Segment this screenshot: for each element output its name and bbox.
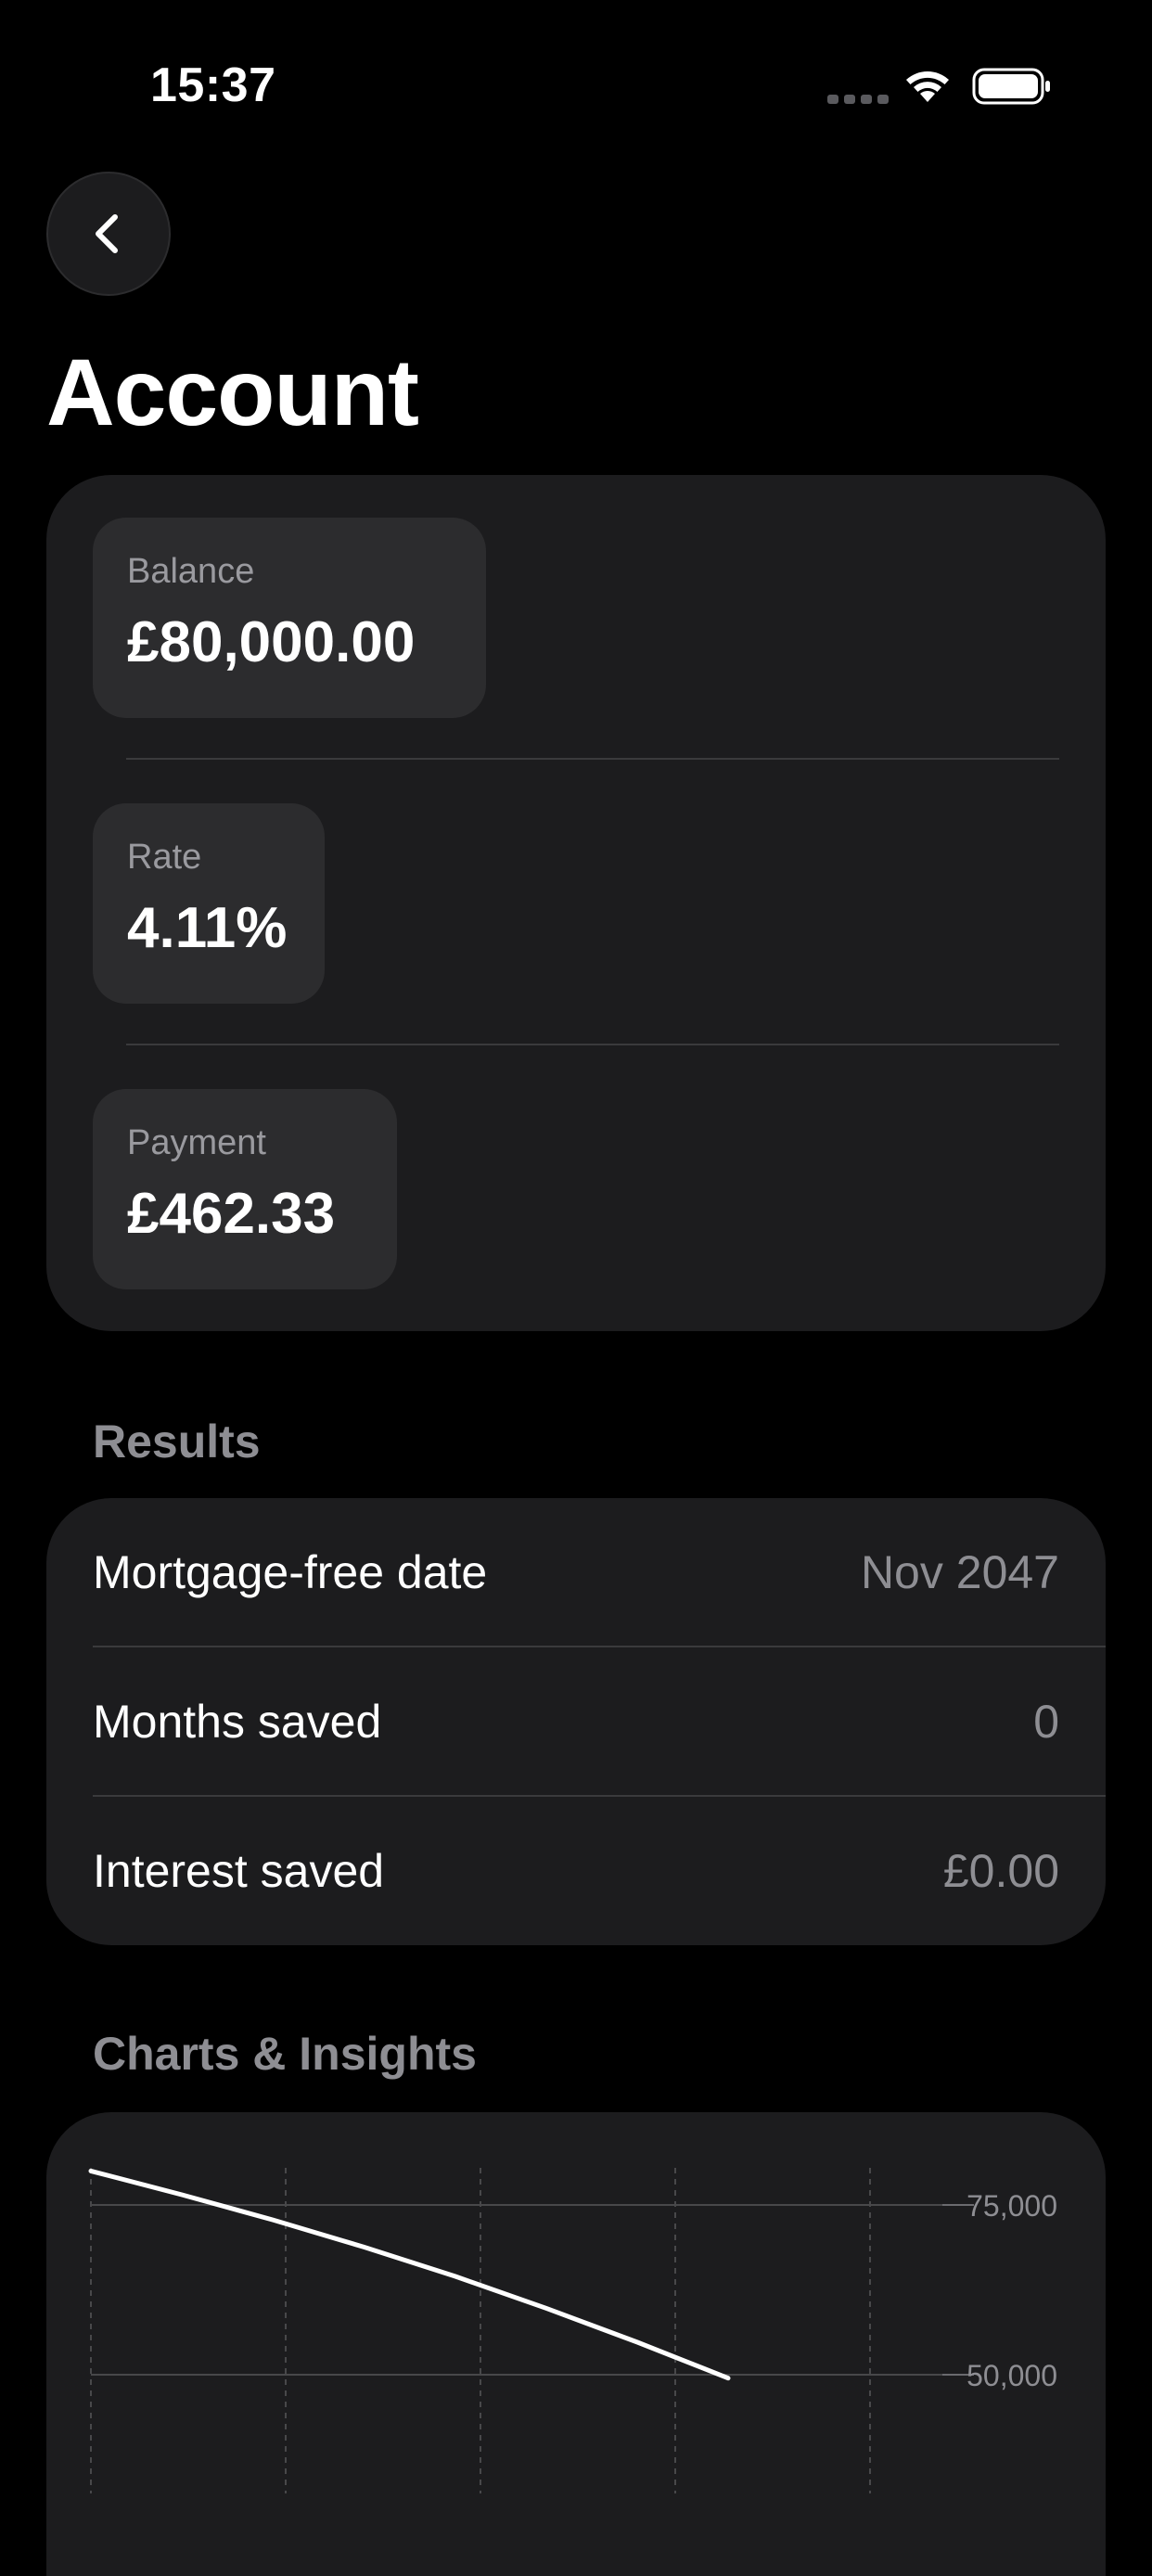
balance-chart: 75,000 50,000 <box>88 2168 1057 2493</box>
result-label: Mortgage-free date <box>93 1546 488 1598</box>
balance-line <box>88 2168 731 2381</box>
chevron-left-icon <box>96 214 118 253</box>
divider <box>126 758 1059 760</box>
balance-label: Balance <box>127 552 255 591</box>
signal-icon <box>827 95 889 104</box>
result-value: Nov 2047 <box>860 1546 1059 1598</box>
y-tick-label: 75,000 <box>966 2189 1057 2223</box>
rate-label: Rate <box>127 838 202 877</box>
status-bar: 15:37 <box>0 0 1152 167</box>
result-value: £0.00 <box>942 1845 1059 1897</box>
results-card: Mortgage-free date Nov 2047 Months saved… <box>46 1498 1106 1945</box>
result-row-mortgage-free-date: Mortgage-free date Nov 2047 <box>93 1498 1059 1647</box>
result-row-interest-saved: Interest saved £0.00 <box>93 1797 1059 1945</box>
result-value: 0 <box>1033 1696 1059 1748</box>
balance-chart-card: 75,000 50,000 <box>46 2112 1106 2576</box>
back-button[interactable] <box>46 172 171 296</box>
divider <box>126 1044 1059 1045</box>
charts-header: Charts & Insights <box>93 2028 477 2080</box>
balance-value: £80,000.00 <box>127 610 416 674</box>
y-tick-label: 50,000 <box>966 2359 1057 2392</box>
rate-value: 4.11% <box>127 896 288 960</box>
page-title: Account <box>46 340 419 445</box>
balance-field[interactable]: Balance £80,000.00 <box>93 518 486 718</box>
payment-value: £462.33 <box>127 1182 336 1246</box>
battery-icon <box>972 68 1050 105</box>
result-label: Interest saved <box>93 1845 385 1897</box>
payment-label: Payment <box>127 1123 266 1162</box>
payment-field[interactable]: Payment £462.33 <box>93 1089 397 1289</box>
account-inputs-card: Balance £80,000.00 Rate 4.11% Payment £4… <box>46 475 1106 1331</box>
results-header: Results <box>93 1416 261 1467</box>
rate-field[interactable]: Rate 4.11% <box>93 803 325 1004</box>
result-row-months-saved: Months saved 0 <box>93 1647 1059 1796</box>
status-time: 15:37 <box>150 58 276 112</box>
wifi-icon <box>906 71 949 102</box>
result-label: Months saved <box>93 1696 382 1748</box>
